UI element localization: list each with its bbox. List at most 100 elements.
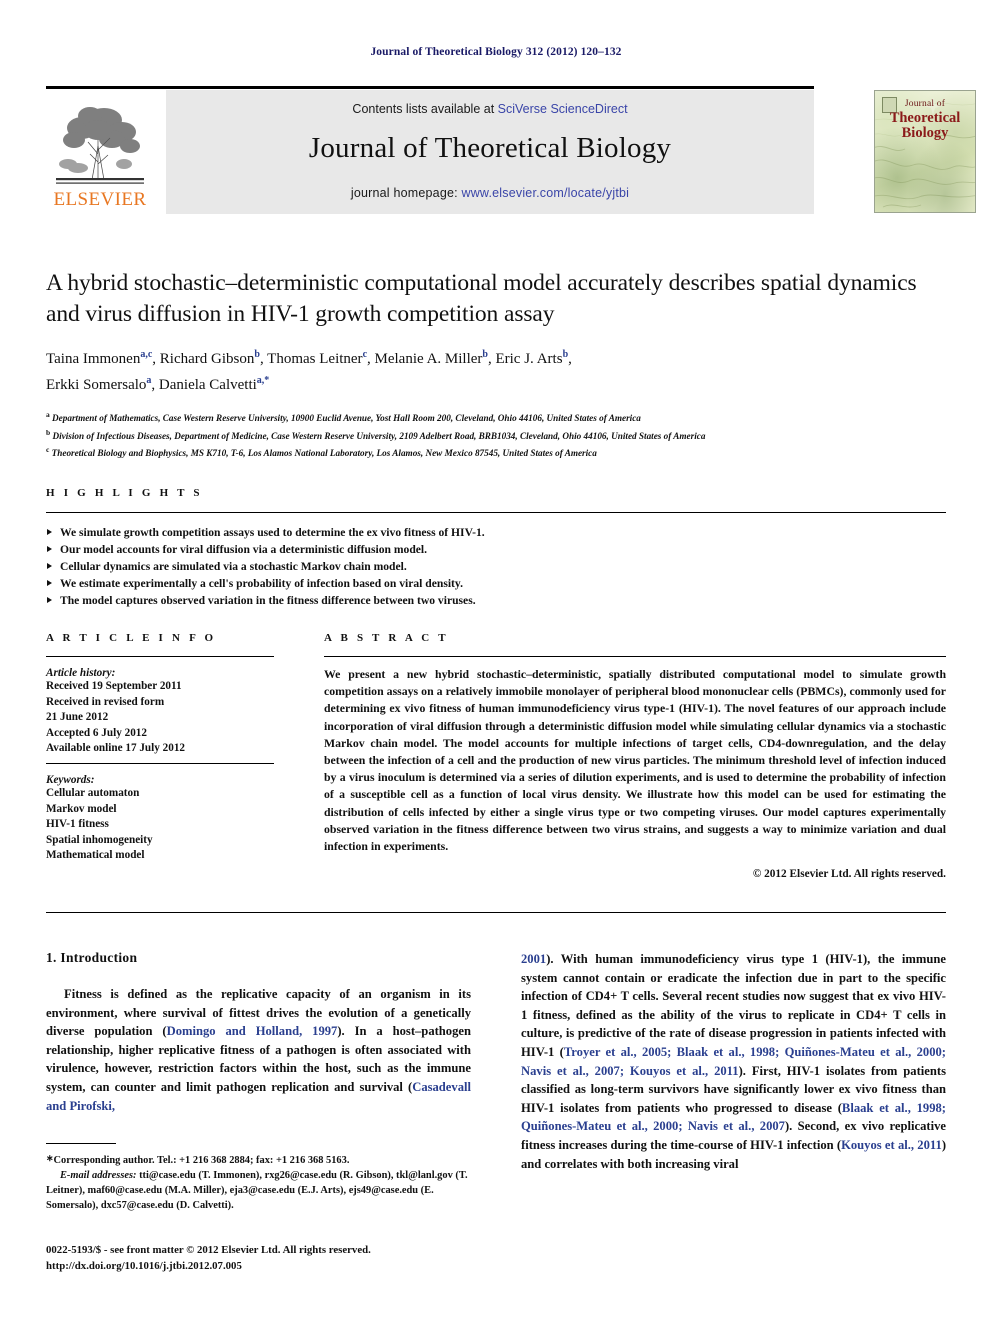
- highlights-heading: H I G H L I G H T S: [46, 487, 203, 499]
- body-column-left: 1. Introduction Fitness is defined as th…: [46, 950, 471, 1115]
- keyword-item: Mathematical model: [46, 849, 145, 862]
- homepage-prefix: journal homepage:: [350, 186, 462, 200]
- sciencedirect-link[interactable]: SciVerse ScienceDirect: [498, 102, 628, 116]
- contents-available-line: Contents lists available at SciVerse Sci…: [166, 102, 814, 116]
- cover-line-biology: Biology: [901, 125, 949, 141]
- author-name: Daniela Calvetti: [158, 377, 257, 393]
- affiliation-line: b Division of Infectious Diseases, Depar…: [46, 427, 706, 441]
- article-history-line: Received 19 September 2011: [46, 680, 182, 692]
- elsevier-logo: ELSEVIER: [48, 92, 152, 214]
- author-name: Richard Gibson: [159, 351, 255, 367]
- body-column-right: 2001). With human immunodeficiency virus…: [521, 950, 946, 1173]
- bullet-triangle-icon: [47, 529, 52, 535]
- highlight-text: The model captures observed variation in…: [60, 594, 476, 607]
- journal-cover-thumbnail: Journal of Theoretical Biology: [874, 90, 976, 213]
- introduction-heading: 1. Introduction: [46, 950, 138, 965]
- author-affiliation-marker: b: [562, 349, 569, 360]
- imprint-doi-line[interactable]: http://dx.doi.org/10.1016/j.jtbi.2012.07…: [46, 1259, 471, 1275]
- abstract-column: A B S T R A C T We present a new hybrid …: [324, 632, 946, 880]
- affiliation-line: c Theoretical Biology and Biophysics, MS…: [46, 445, 597, 459]
- author-affiliation-marker: c: [362, 349, 368, 360]
- keyword-item: Markov model: [46, 802, 117, 815]
- author-affiliation-marker: a,*: [256, 375, 270, 386]
- imprint-block: 0022-5193/$ - see front matter © 2012 El…: [46, 1243, 471, 1274]
- article-history-line: 21 June 2012: [46, 711, 109, 724]
- highlight-text: We simulate growth competition assays us…: [60, 526, 485, 539]
- journal-masthead: ELSEVIER Contents lists available at Sci…: [46, 86, 976, 214]
- journal-homepage-line: journal homepage: www.elsevier.com/locat…: [166, 186, 814, 200]
- keywords-label: Keywords:: [46, 773, 95, 786]
- masthead-banner: Contents lists available at SciVerse Sci…: [166, 90, 814, 214]
- intro-paragraph-right: 2001). With human immunodeficiency virus…: [521, 950, 946, 1173]
- highlight-item: We estimate experimentally a cell's prob…: [46, 575, 946, 592]
- author-name: Erkki Somersalo: [46, 377, 147, 393]
- article-history-line: Received in revised form: [46, 695, 165, 708]
- journal-title: Journal of Theoretical Biology: [308, 132, 672, 164]
- affiliation-marker: a: [46, 410, 50, 419]
- author-name: Thomas Leitner: [267, 351, 363, 367]
- author-name: Taina Immonen: [46, 351, 141, 367]
- paper-page: Journal of Theoretical Biology 312 (2012…: [0, 0, 992, 1323]
- author-affiliation-marker: b: [254, 349, 260, 360]
- keywords-lines: Cellular automaton Markov model HIV-1 fitn…: [46, 786, 274, 864]
- bullet-triangle-icon: [47, 597, 52, 603]
- author-affiliation-marker: a: [146, 375, 152, 386]
- author-affiliation-marker: b: [482, 349, 488, 360]
- citation-group-3[interactable]: Kouyos et al., 2011: [841, 1138, 942, 1152]
- article-info-column: A R T I C L E I N F O Article history: R…: [46, 632, 274, 864]
- article-history-line: Available online 17 July 2012: [46, 742, 186, 755]
- citation-casadevall-year[interactable]: 2001: [521, 952, 546, 966]
- abstract-rule: [324, 656, 946, 657]
- corresponding-author-text: Corresponding author. Tel.: +1 216 368 2…: [53, 1155, 350, 1166]
- highlight-item: Cellular dynamics are simulated via a st…: [46, 558, 946, 575]
- affiliation-list: a Department of Mathematics, Case Wester…: [46, 408, 946, 461]
- article-history-label: Article history:: [46, 667, 116, 679]
- cover-line-theoretical: Theoretical: [889, 110, 961, 126]
- corresponding-author-footnote: ∗Corresponding author. Tel.: +1 216 368 …: [46, 1143, 471, 1213]
- paper-title: A hybrid stochastic–deterministic comput…: [46, 270, 917, 327]
- elsevier-wordmark: ELSEVIER: [53, 189, 147, 210]
- author-name: Melanie A. Miller: [374, 351, 483, 367]
- highlights-section: H I G H L I G H T S We simulate growth c…: [46, 487, 946, 609]
- email-addresses-label: E-mail addresses:: [60, 1170, 137, 1181]
- keyword-item: HIV-1 fitness: [46, 818, 109, 831]
- journal-homepage-link[interactable]: www.elsevier.com/locate/yjtbi: [461, 186, 629, 200]
- highlights-list: We simulate growth competition assays us…: [46, 524, 946, 609]
- abstract-bottom-rule: [46, 912, 946, 913]
- intro-paragraph-left: Fitness is defined as the replicative ca…: [46, 985, 471, 1115]
- title-block: A hybrid stochastic–deterministic comput…: [46, 268, 946, 461]
- citation-domingo-holland[interactable]: Domingo and Holland, 1997: [167, 1024, 338, 1038]
- highlight-item: Our model accounts for viral diffusion v…: [46, 541, 946, 558]
- imprint-issn-line: 0022-5193/$ - see front matter © 2012 El…: [46, 1244, 371, 1256]
- bullet-triangle-icon: [47, 546, 52, 552]
- author-list: Taina Immonena,c, Richard Gibsonb, Thoma…: [46, 344, 946, 396]
- author-name: Eric J. Arts: [495, 351, 563, 367]
- highlight-item: The model captures observed variation in…: [46, 592, 946, 609]
- author-affiliation-marker: a,c: [140, 349, 153, 360]
- contents-prefix: Contents lists available at: [352, 102, 498, 116]
- keyword-item: Spatial inhomogeneity: [46, 833, 153, 846]
- article-history-lines: Received 19 September 2011 Received in re…: [46, 679, 274, 757]
- abstract-copyright: © 2012 Elsevier Ltd. All rights reserved…: [752, 868, 946, 881]
- masthead-top-rule: [46, 86, 814, 89]
- highlight-text: Our model accounts for viral diffusion v…: [60, 543, 428, 556]
- highlights-rule: [46, 512, 946, 513]
- author-line-1: Taina Immonena,c, Richard Gibsonb, Thoma…: [46, 349, 572, 367]
- bullet-triangle-icon: [47, 580, 52, 586]
- highlight-text: We estimate experimentally a cell's prob…: [60, 577, 463, 590]
- abstract-body: We present a new hybrid stochastic–deter…: [324, 667, 946, 854]
- highlight-item: We simulate growth competition assays us…: [46, 524, 946, 541]
- author-line-2: Erkki Somersaloa, Daniela Calvettia,*: [46, 375, 270, 393]
- affiliation-marker: c: [46, 445, 50, 455]
- affiliation-marker: b: [46, 427, 51, 437]
- intro-right-text-a: ). With human immunodeficiency virus typ…: [521, 952, 946, 1059]
- article-info-rule: [46, 656, 274, 657]
- elsevier-tree-icon: [56, 107, 144, 184]
- article-history-line: Accepted 6 July 2012: [46, 726, 147, 739]
- footnote-rule: [46, 1143, 116, 1144]
- cover-line-journal-of: Journal of: [904, 99, 946, 109]
- bullet-triangle-icon: [47, 563, 52, 569]
- keyword-item: Cellular automaton: [46, 786, 140, 799]
- corresponding-author-line: ∗Corresponding author. Tel.: +1 216 368 …: [46, 1151, 471, 1168]
- highlight-text: Cellular dynamics are simulated via a st…: [60, 560, 407, 573]
